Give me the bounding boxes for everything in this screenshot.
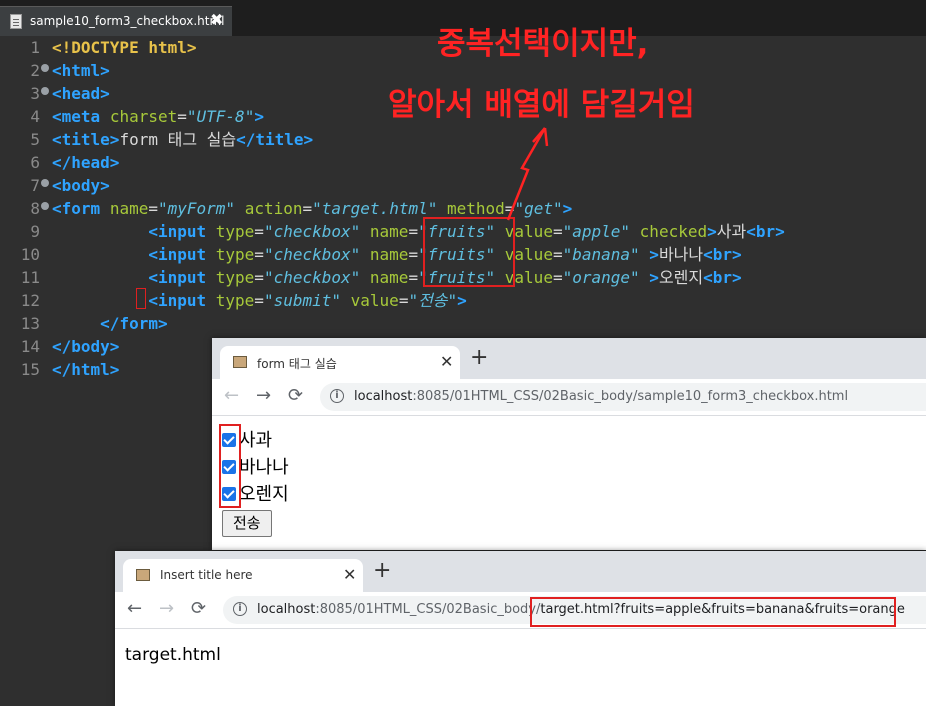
line-number: 10: [20, 245, 40, 264]
url-text: localhost:8085/01HTML_CSS/02Basic_body/s…: [354, 389, 849, 404]
code-line: <body>: [52, 176, 110, 195]
browser-tab[interactable]: form 태그 실습 ✕: [220, 346, 460, 379]
line-number: 11: [20, 268, 40, 287]
annotation-line-2: 알아서 배열에 담길거임: [388, 87, 695, 123]
editor-tab[interactable]: sample10_form3_checkbox.html ✖: [0, 6, 232, 36]
fold-toggle-icon[interactable]: [41, 64, 49, 72]
browser-toolbar: ← → ⟳ i localhost:8085/01HTML_CSS/02Basi…: [212, 379, 926, 416]
close-icon[interactable]: ✕: [440, 352, 453, 371]
browser-toolbar: ← → ⟳ i localhost:8085/01HTML_CSS/02Basi…: [115, 592, 926, 629]
info-icon[interactable]: i: [330, 389, 344, 403]
page-content: 사과 바나나 오렌지 전송: [212, 416, 926, 550]
code-line: <input type="checkbox" name="fruits" val…: [148, 245, 742, 264]
close-icon[interactable]: ✕: [343, 565, 356, 584]
address-bar[interactable]: i localhost:8085/01HTML_CSS/02Basic_body…: [320, 383, 926, 411]
code-line: <head>: [52, 84, 110, 103]
code-line: <input type="checkbox" name="fruits" val…: [148, 222, 785, 241]
back-icon[interactable]: ←: [224, 384, 239, 408]
forward-icon[interactable]: →: [256, 384, 271, 408]
code-line: <input type="submit" value="전송">: [148, 291, 467, 310]
reload-icon[interactable]: ⟳: [288, 384, 303, 408]
line-number: 13: [20, 314, 40, 333]
tab-title: Insert title here: [160, 568, 253, 582]
line-number: 7: [30, 176, 40, 195]
submit-button[interactable]: 전송: [222, 510, 272, 537]
info-icon[interactable]: i: [233, 602, 247, 616]
annotation-line-1: 중복선택이지만,: [437, 26, 649, 62]
code-line: <input type="checkbox" name="fruits" val…: [148, 268, 742, 287]
code-line: <meta charset="UTF-8">: [52, 107, 264, 126]
checkbox-label: 바나나: [239, 457, 289, 478]
tab-strip: Insert title here ✕ +: [115, 551, 926, 592]
browser-tab[interactable]: Insert title here ✕: [123, 559, 363, 592]
tab-strip: form 태그 실습 ✕ +: [212, 338, 926, 379]
page-body-text: target.html: [125, 645, 221, 665]
line-number: 12: [20, 291, 40, 310]
code-line: <title>form 태그 실습</title>: [52, 130, 314, 149]
line-gutter: 1 2 3 4 5 6 7 8 9 10 11 12 13 14 15: [0, 36, 52, 706]
new-tab-button[interactable]: +: [470, 346, 488, 370]
html-file-icon: [10, 14, 22, 29]
checkbox-label: 오렌지: [239, 484, 289, 505]
page-content: target.html: [115, 629, 926, 706]
code-line: </form>: [100, 314, 168, 333]
close-icon[interactable]: ✖: [210, 10, 223, 29]
line-number: 6: [30, 153, 40, 172]
browser-window-target: Insert title here ✕ + ← → ⟳ i localhost:…: [115, 551, 926, 706]
page-favicon-icon: [136, 569, 150, 581]
code-line: </html>: [52, 360, 120, 379]
line-number: 9: [30, 222, 40, 241]
line-number: 8: [30, 199, 40, 218]
checkbox-label: 사과: [239, 430, 273, 451]
code-line: </body>: [52, 337, 120, 356]
cursor-highlight: [136, 288, 146, 309]
code-line: <html>: [52, 61, 110, 80]
annotation-arrow-icon: [506, 127, 549, 221]
line-number: 15: [20, 360, 40, 379]
checkbox-highlight: [219, 424, 241, 508]
tab-title: form 태그 실습: [257, 357, 337, 371]
fold-toggle-icon[interactable]: [41, 179, 49, 187]
line-number: 3: [30, 84, 40, 103]
editor-tab-label: sample10_form3_checkbox.html: [30, 14, 225, 28]
forward-icon[interactable]: →: [159, 597, 174, 621]
code-line: </head>: [52, 153, 120, 172]
new-tab-button[interactable]: +: [373, 559, 391, 583]
line-number: 5: [30, 130, 40, 149]
query-string-highlight: [530, 597, 896, 627]
line-number: 14: [20, 337, 40, 356]
back-icon[interactable]: ←: [127, 597, 142, 621]
fold-toggle-icon[interactable]: [41, 202, 49, 210]
fold-toggle-icon[interactable]: [41, 87, 49, 95]
code-line: <!DOCTYPE html>: [52, 38, 197, 57]
browser-window-form: form 태그 실습 ✕ + ← → ⟳ i localhost:8085/01…: [212, 338, 926, 550]
reload-icon[interactable]: ⟳: [191, 597, 206, 621]
line-number: 2: [30, 61, 40, 80]
page-favicon-icon: [233, 356, 247, 368]
line-number: 4: [30, 107, 40, 126]
line-number: 1: [30, 38, 40, 57]
